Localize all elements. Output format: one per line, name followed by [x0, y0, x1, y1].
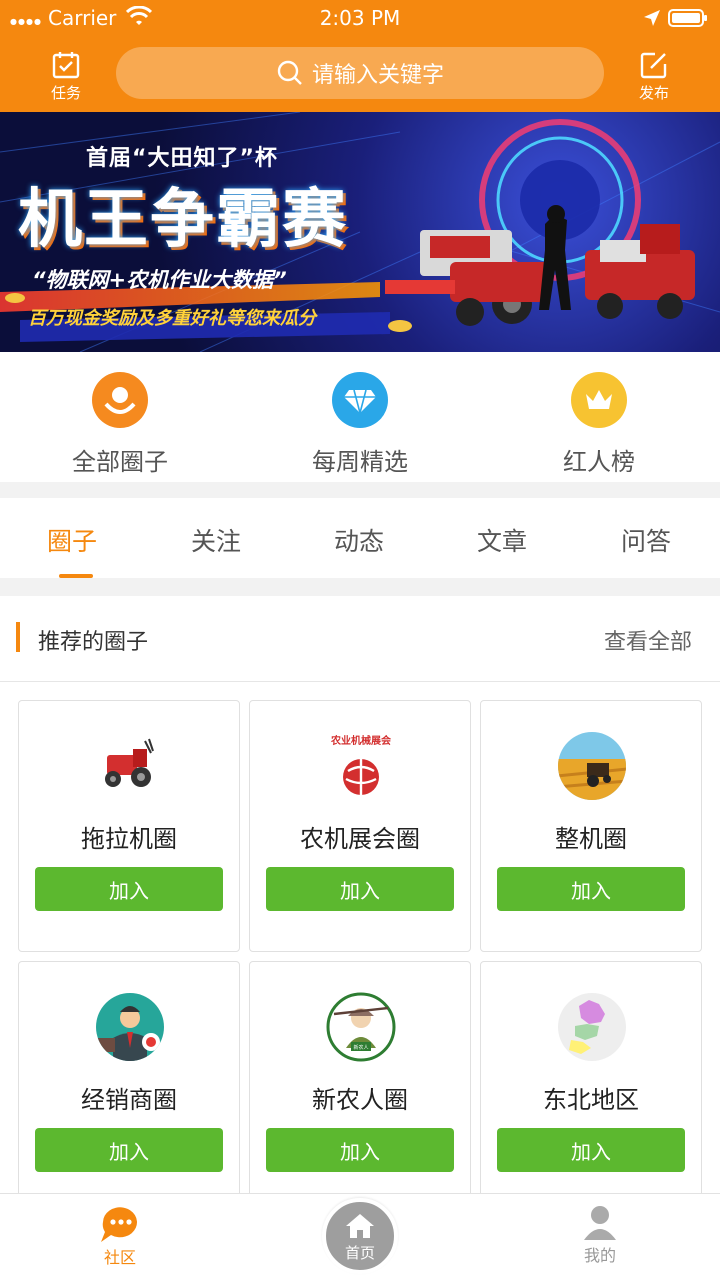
user-icon — [584, 1206, 616, 1240]
dealer-icon — [96, 993, 164, 1061]
category-top-users[interactable]: 红人榜 — [519, 372, 679, 477]
circle-name: 拖拉机圈 — [81, 825, 177, 853]
divider — [0, 578, 720, 596]
circle-group-icon — [92, 372, 148, 428]
circle-card-new-farmer[interactable]: 新农人 新农人圈 加入 — [249, 961, 471, 1213]
tab-label: 关注 — [190, 527, 241, 556]
category-label: 全部圈子 — [72, 448, 168, 476]
category-all-circles[interactable]: 全部圈子 — [40, 372, 200, 477]
tab-circles[interactable]: 圈子 — [22, 522, 122, 578]
circle-name: 整机圈 — [555, 825, 627, 853]
join-button[interactable]: 加入 — [266, 1128, 454, 1172]
category-weekly-picks[interactable]: 每周精选 — [280, 372, 440, 477]
join-button[interactable]: 加入 — [497, 867, 685, 911]
banner-title: 机王争霸赛 — [18, 183, 348, 257]
view-all-link[interactable]: 查看全部 — [604, 624, 692, 656]
tab-me[interactable]: 我的 — [550, 1202, 650, 1266]
category-row: 全部圈子 每周精选 红人榜 — [0, 352, 720, 482]
banner-slogan: “物联网+农机作业大数据” — [32, 268, 287, 292]
expo-logo-icon: 农业机械展会 — [330, 734, 391, 795]
circle-card-complete-machine[interactable]: 整机圈 加入 — [480, 700, 702, 952]
circle-card-northeast[interactable]: 东北地区 加入 — [480, 961, 702, 1213]
publish-button[interactable]: 发布 — [624, 50, 684, 106]
category-label: 红人榜 — [563, 448, 635, 476]
promo-banner[interactable]: 首届“大田知了”杯 机王争霸赛 “物联网+农机作业大数据” 百万现金奖励及多重好… — [0, 112, 720, 352]
location-arrow-icon — [644, 10, 660, 26]
svg-text:农业机械展会: 农业机械展会 — [330, 734, 391, 747]
tab-community[interactable]: 社区 — [70, 1202, 170, 1268]
farmer-icon: 新农人 — [326, 992, 396, 1062]
recommended-section-header: 推荐的圈子 查看全部 — [0, 596, 720, 682]
publish-label: 发布 — [638, 84, 669, 102]
join-button[interactable]: 加入 — [35, 1128, 223, 1172]
chat-bubble-icon — [101, 1207, 137, 1242]
circle-name: 东北地区 — [543, 1086, 639, 1114]
tab-me-label: 我的 — [583, 1246, 616, 1265]
tab-home-label: 首页 — [344, 1244, 375, 1262]
task-button[interactable]: 任务 — [36, 50, 96, 106]
tab-label: 文章 — [476, 527, 527, 556]
tab-community-label: 社区 — [103, 1248, 136, 1267]
circle-name: 经销商圈 — [81, 1086, 177, 1114]
task-icon — [52, 52, 80, 79]
tab-home[interactable]: 首页 — [322, 1198, 398, 1274]
tab-articles[interactable]: 文章 — [452, 522, 552, 558]
search-placeholder: 请输入关键字 — [311, 63, 444, 88]
circle-card-expo[interactable]: 农业机械展会 农机展会圈 加入 — [249, 700, 471, 952]
status-bar: ●●●● Carrier 2:03 PM — [0, 0, 720, 36]
circle-card-dealer[interactable]: 经销商圈 加入 — [18, 961, 240, 1213]
task-label: 任务 — [50, 84, 81, 102]
join-button[interactable]: 加入 — [266, 867, 454, 911]
search-input[interactable]: 请输入关键字 — [116, 47, 604, 99]
map-northeast-icon — [558, 993, 626, 1061]
battery-icon — [668, 9, 707, 27]
home-icon — [346, 1214, 374, 1238]
search-icon — [277, 60, 302, 85]
tractor-icon — [105, 738, 154, 787]
circle-card-tractor[interactable]: 拖拉机圈 加入 — [18, 700, 240, 952]
field-tractor-icon — [558, 732, 626, 800]
tab-following[interactable]: 关注 — [166, 522, 266, 558]
circle-name: 农机展会圈 — [300, 825, 420, 853]
svg-text:新农人: 新农人 — [353, 1044, 368, 1051]
tab-feed[interactable]: 动态 — [309, 522, 409, 558]
app-root: ●●●● Carrier 2:03 PM 任务 请输入关键字 发布 首届“大田知… — [0, 0, 720, 1280]
diamond-icon — [332, 372, 388, 428]
tab-label: 动态 — [333, 527, 384, 556]
circle-name: 新农人圈 — [312, 1086, 408, 1114]
clock: 2:03 PM — [319, 6, 401, 30]
edit-icon — [640, 52, 667, 79]
crown-icon — [571, 372, 627, 428]
section-accent-bar — [16, 622, 20, 652]
tab-qa[interactable]: 问答 — [596, 522, 696, 558]
join-button[interactable]: 加入 — [497, 1128, 685, 1172]
join-button[interactable]: 加入 — [35, 867, 223, 911]
divider — [0, 482, 720, 498]
top-header: ●●●● Carrier 2:03 PM 任务 请输入关键字 发布 — [0, 0, 720, 112]
tab-label: 问答 — [620, 527, 671, 556]
banner-reward: 百万现金奖励及多重好礼等您来瓜分 — [28, 308, 316, 329]
section-title: 推荐的圈子 — [38, 630, 149, 655]
tab-label: 圈子 — [46, 527, 97, 556]
category-label: 每周精选 — [312, 448, 408, 476]
content-tabs: 圈子 关注 动态 文章 问答 — [0, 498, 720, 578]
